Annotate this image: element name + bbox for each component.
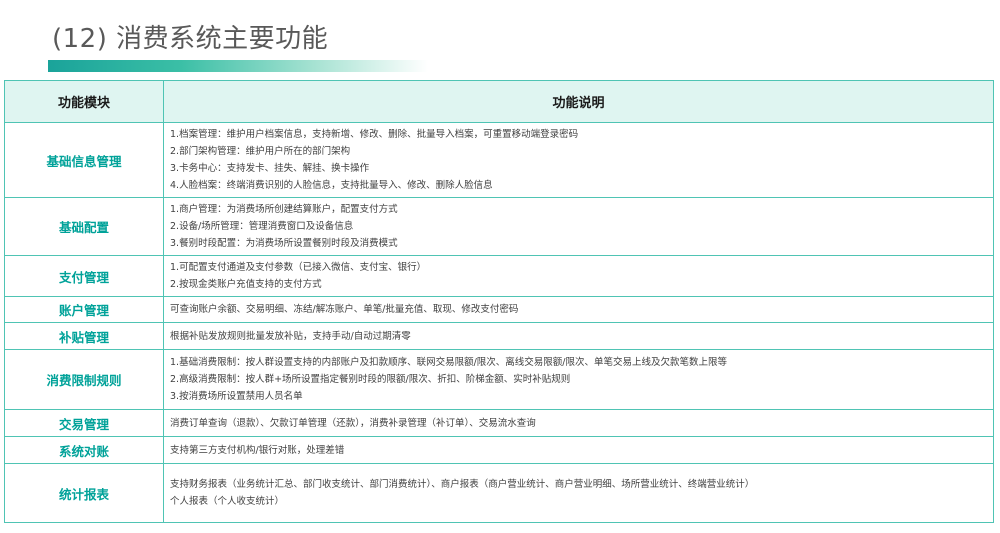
table-row: 基础配置 1.商户管理：为消费场所创建结算账户，配置支付方式 2.设备/场所管理… [4, 197, 994, 256]
module-description: 消费订单查询（退款）、欠款订单管理（还款），消费补录管理（补订单）、交易流水查询 [163, 409, 994, 437]
description-line: 1.可配置支付通道及支付参数（已接入微信、支付宝、银行） [170, 262, 427, 273]
title-underline-bar [48, 60, 428, 72]
table-row: 交易管理 消费订单查询（退款）、欠款订单管理（还款），消费补录管理（补订单）、交… [4, 409, 994, 437]
table-row: 基础信息管理 1.档案管理：维护用户档案信息，支持新增、修改、删除、批量导入档案… [4, 122, 994, 198]
module-name: 统计报表 [4, 463, 164, 523]
module-description: 1.基础消费限制：按人群设置支持的内部账户及扣款顺序、联网交易限额/限次、离线交… [163, 349, 994, 410]
module-name: 交易管理 [4, 409, 164, 437]
description-line: 消费订单查询（退款）、欠款订单管理（还款），消费补录管理（补订单）、交易流水查询 [170, 417, 536, 429]
description-line: 1.基础消费限制：按人群设置支持的内部账户及扣款顺序、联网交易限额/限次、离线交… [170, 357, 727, 368]
module-description: 1.可配置支付通道及支付参数（已接入微信、支付宝、银行） 2.按现金类账户充值支… [163, 255, 994, 297]
module-description: 1.档案管理：维护用户档案信息，支持新增、修改、删除、批量导入档案，可重置移动端… [163, 122, 994, 198]
module-name: 基础配置 [4, 197, 164, 256]
description-line: 1.档案管理：维护用户档案信息，支持新增、修改、删除、批量导入档案，可重置移动端… [170, 129, 579, 140]
module-name: 系统对账 [4, 436, 164, 464]
description-line: 根据补贴发放规则批量发放补贴，支持手动/自动过期清零 [170, 330, 411, 342]
header-module: 功能模块 [4, 80, 164, 123]
table-row: 账户管理 可查询账户余额、交易明细、冻结/解冻账户、单笔/批量充值、取现、修改支… [4, 296, 994, 323]
description-line: 2.按现金类账户充值支持的支付方式 [170, 279, 322, 290]
module-description: 可查询账户余额、交易明细、冻结/解冻账户、单笔/批量充值、取现、修改支付密码 [163, 296, 994, 323]
table-row: 消费限制规则 1.基础消费限制：按人群设置支持的内部账户及扣款顺序、联网交易限额… [4, 349, 994, 410]
module-name: 补贴管理 [4, 322, 164, 350]
description-line: 1.商户管理：为消费场所创建结算账户，配置支付方式 [170, 204, 398, 215]
table-row: 支付管理 1.可配置支付通道及支付参数（已接入微信、支付宝、银行） 2.按现金类… [4, 255, 994, 297]
description-line: 支持财务报表（业务统计汇总、部门收支统计、部门消费统计）、商户报表（商户营业统计… [170, 479, 755, 490]
module-name: 消费限制规则 [4, 349, 164, 410]
module-description: 1.商户管理：为消费场所创建结算账户，配置支付方式 2.设备/场所管理：管理消费… [163, 197, 994, 256]
table-row: 系统对账 支持第三方支付机构/银行对账，处理差错 [4, 436, 994, 464]
module-description: 根据补贴发放规则批量发放补贴，支持手动/自动过期清零 [163, 322, 994, 350]
description-line: 个人报表（个人收支统计） [170, 496, 285, 507]
table-row: 补贴管理 根据补贴发放规则批量发放补贴，支持手动/自动过期清零 [4, 322, 994, 350]
function-table: 功能模块 功能说明 基础信息管理 1.档案管理：维护用户档案信息，支持新增、修改… [4, 80, 994, 523]
description-line: 2.设备/场所管理：管理消费窗口及设备信息 [170, 221, 354, 232]
page-title: (12) 消费系统主要功能 [52, 24, 329, 54]
module-description: 支持财务报表（业务统计汇总、部门收支统计、部门消费统计）、商户报表（商户营业统计… [163, 463, 994, 523]
description-line: 4.人脸档案：终端消费识别的人脸信息，支持批量导入、修改、删除人脸信息 [170, 180, 493, 191]
module-name: 账户管理 [4, 296, 164, 323]
header-description: 功能说明 [163, 80, 994, 123]
table-row: 统计报表 支持财务报表（业务统计汇总、部门收支统计、部门消费统计）、商户报表（商… [4, 463, 994, 523]
table-header-row: 功能模块 功能说明 [4, 80, 994, 123]
description-line: 3.餐别时段配置：为消费场所设置餐别时段及消费模式 [170, 238, 398, 249]
description-line: 2.高级消费限制：按人群+场所设置指定餐别时段的限额/限次、折扣、阶梯金额、实时… [170, 374, 571, 385]
description-line: 2.部门架构管理：维护用户所在的部门架构 [170, 146, 351, 157]
description-line: 支持第三方支付机构/银行对账，处理差错 [170, 444, 345, 456]
module-name: 支付管理 [4, 255, 164, 297]
description-line: 可查询账户余额、交易明细、冻结/解冻账户、单笔/批量充值、取现、修改支付密码 [170, 304, 519, 315]
module-description: 支持第三方支付机构/银行对账，处理差错 [163, 436, 994, 464]
description-line: 3.卡务中心：支持发卡、挂失、解挂、换卡操作 [170, 163, 370, 174]
module-name: 基础信息管理 [4, 122, 164, 198]
description-line: 3.按消费场所设置禁用人员名单 [170, 391, 303, 402]
